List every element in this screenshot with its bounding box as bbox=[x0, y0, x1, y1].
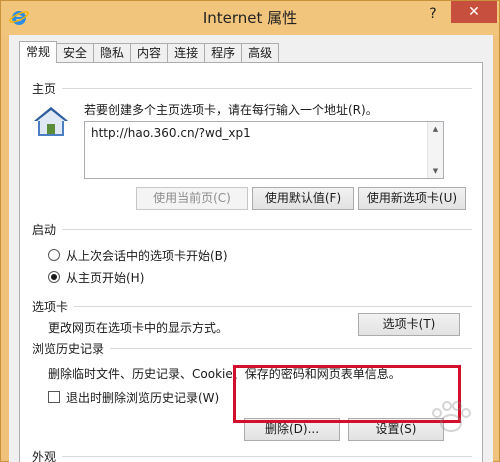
startup-last-session-label: 从上次会话中的选项卡开始(B) bbox=[66, 249, 228, 263]
tab-advanced[interactable]: 高级 bbox=[242, 43, 280, 63]
url-scrollbar[interactable]: ▲ ▼ bbox=[427, 122, 443, 178]
startup-home-label: 从主页开始(H) bbox=[66, 271, 145, 285]
history-section-title: 浏览历史记录 bbox=[32, 340, 111, 357]
tab-general[interactable]: 常规 bbox=[19, 41, 58, 63]
home-icon bbox=[34, 107, 68, 136]
use-current-page-button[interactable]: 使用当前页(C) bbox=[136, 187, 248, 210]
title-bar[interactable]: Internet 属性 ? ✕ bbox=[1, 1, 499, 35]
tabs-section-divider bbox=[32, 306, 472, 307]
delete-on-exit-label: 退出时删除浏览历史记录(W) bbox=[66, 391, 220, 405]
use-default-button[interactable]: 使用默认值(F) bbox=[252, 187, 354, 210]
scroll-up-arrow-icon[interactable]: ▲ bbox=[428, 122, 443, 136]
tab-security[interactable]: 安全 bbox=[57, 43, 95, 63]
home-page-url-input[interactable]: http://hao.360.cn/?wd_xp1 ▲ ▼ bbox=[84, 121, 444, 179]
delete-on-exit-checkbox[interactable] bbox=[48, 391, 60, 403]
tabs-settings-button[interactable]: 选项卡(T) bbox=[358, 313, 460, 336]
tabs-section-title: 选项卡 bbox=[32, 298, 75, 315]
tabs-description: 更改网页在选项卡中的显示方式。 bbox=[48, 321, 229, 335]
tab-connections[interactable]: 连接 bbox=[168, 43, 206, 63]
appearance-section-divider bbox=[32, 456, 472, 457]
home-section-divider bbox=[32, 88, 472, 89]
home-page-url-text: http://hao.360.cn/?wd_xp1 bbox=[91, 126, 251, 140]
tab-privacy[interactable]: 隐私 bbox=[94, 43, 132, 63]
close-button[interactable]: ✕ bbox=[451, 1, 497, 23]
paw-watermark-icon bbox=[432, 401, 471, 432]
scroll-down-arrow-icon[interactable]: ▼ bbox=[428, 164, 443, 178]
tab-content[interactable]: 内容 bbox=[131, 43, 169, 63]
home-instruction: 若要创建多个主页选项卡，请在每行输入一个地址(R)。 bbox=[84, 103, 378, 117]
startup-section-title: 启动 bbox=[32, 221, 63, 238]
startup-home-radio[interactable] bbox=[48, 271, 60, 283]
appearance-section-title: 外观 bbox=[32, 448, 63, 462]
startup-section-divider bbox=[32, 229, 472, 230]
tab-strip: 常规 安全 隐私 内容 连接 程序 高级 bbox=[19, 41, 280, 63]
home-section-title: 主页 bbox=[32, 80, 63, 97]
startup-last-session-radio[interactable] bbox=[48, 249, 60, 261]
tab-programs[interactable]: 程序 bbox=[205, 43, 243, 63]
help-button[interactable]: ? bbox=[421, 3, 445, 25]
internet-properties-window: Internet 属性 ? ✕ 常规 安全 隐私 内容 连接 程序 高级 主页 … bbox=[0, 0, 500, 462]
use-new-tab-button[interactable]: 使用新选项卡(U) bbox=[358, 187, 466, 210]
